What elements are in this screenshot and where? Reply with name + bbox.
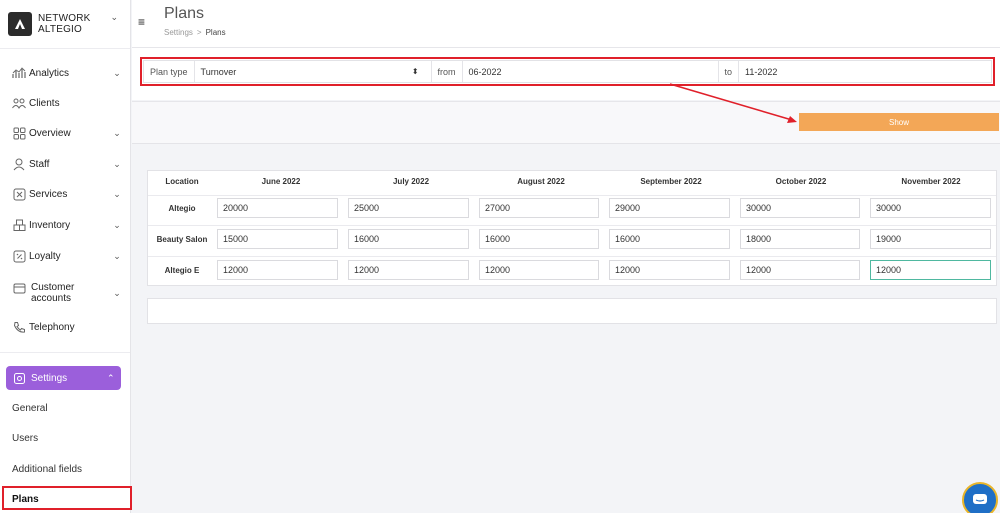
sidebar-item-overview[interactable]: Overview ⌄ — [12, 123, 122, 143]
plan-value-input[interactable]: 29000 — [609, 198, 730, 218]
sidebar-item-clients[interactable]: Clients — [12, 93, 122, 113]
plan-value-input-focused[interactable]: 12000 — [870, 260, 991, 280]
plan-value-input[interactable]: 15000 — [217, 229, 338, 249]
loyalty-icon — [12, 249, 26, 263]
plan-value-input[interactable]: 30000 — [870, 198, 991, 218]
brand-line-2: ALTEGIO — [38, 24, 83, 35]
brand-name: NETWORK ALTEGIO — [38, 13, 98, 35]
sidebar-item-label: Inventory — [29, 219, 71, 231]
staff-icon — [12, 157, 26, 171]
sidebar-item-analytics[interactable]: Analytics ⌄ — [12, 63, 122, 83]
sidebar-item-label: Analytics — [29, 67, 70, 79]
hamburger-menu-icon[interactable]: ≡ — [138, 15, 145, 29]
sidebar-item-label: Telephony — [29, 321, 75, 333]
plan-value-input[interactable]: 19000 — [870, 229, 991, 249]
clients-icon — [12, 96, 26, 110]
chat-widget-button[interactable] — [962, 482, 998, 513]
sidebar-item-label: Services — [29, 188, 68, 200]
plan-value-input[interactable]: 30000 — [740, 198, 860, 218]
row-location-altegio-e: Altegio E — [164, 266, 200, 275]
sidebar-item-settings[interactable]: Settings ⌃ — [6, 366, 121, 390]
sidebar-item-services[interactable]: Services ⌄ — [12, 184, 122, 204]
chevron-down-icon: ⌄ — [113, 127, 121, 138]
row-divider — [148, 225, 996, 226]
sidebar-item-label: Settings — [31, 372, 68, 384]
breadcrumb: Settings > Plans — [164, 28, 226, 37]
show-button[interactable]: Show — [799, 113, 999, 131]
sidebar-item-inventory[interactable]: Inventory ⌄ — [12, 215, 122, 235]
settings-sub-users[interactable]: Users — [12, 433, 38, 444]
column-header: October 2022 — [775, 177, 827, 186]
plan-value-input[interactable]: 18000 — [740, 229, 860, 249]
analytics-icon — [12, 66, 26, 80]
breadcrumb-current: Plans — [205, 28, 226, 37]
chat-icon — [973, 494, 987, 504]
chevron-down-icon: ⌄ — [110, 12, 118, 22]
phone-icon — [12, 320, 26, 334]
services-icon — [12, 187, 26, 201]
sidebar-item-staff[interactable]: Staff ⌄ — [12, 154, 122, 174]
sidebar-item-label: Loyalty — [29, 250, 61, 262]
plan-value-input[interactable]: 12000 — [348, 260, 469, 280]
plan-value-input[interactable]: 25000 — [348, 198, 469, 218]
row-location-altegio: Altegio — [168, 204, 196, 213]
plan-value-input[interactable]: 12000 — [740, 260, 860, 280]
sidebar-item-label: Staff — [29, 158, 50, 170]
plans-table: Location June 2022 July 2022 August 2022… — [147, 170, 997, 286]
plan-value-input[interactable]: 12000 — [217, 260, 338, 280]
sidebar-item-telephony[interactable]: Telephony — [12, 317, 122, 337]
plan-value-input[interactable]: 20000 — [217, 198, 338, 218]
column-header: November 2022 — [901, 177, 961, 186]
row-divider — [148, 256, 996, 257]
chevron-down-icon: ⌄ — [113, 219, 121, 230]
plan-value-input[interactable]: 16000 — [348, 229, 469, 249]
sidebar-item-customer-accounts[interactable]: Customer accounts ⌄ — [12, 281, 122, 305]
settings-sub-general[interactable]: General — [12, 403, 48, 414]
brand-switcher[interactable]: NETWORK ALTEGIO ⌄ — [8, 6, 128, 42]
breadcrumb-parent[interactable]: Settings — [164, 28, 193, 37]
empty-panel — [147, 298, 997, 324]
column-header: September 2022 — [640, 177, 702, 186]
breadcrumb-separator: > — [196, 28, 202, 37]
plan-value-input[interactable]: 12000 — [609, 260, 730, 280]
page-title: Plans — [164, 5, 205, 22]
chevron-up-icon: ⌃ — [107, 372, 115, 383]
column-header: July 2022 — [392, 177, 430, 186]
wallet-icon — [12, 281, 26, 295]
chevron-down-icon: ⌄ — [113, 250, 121, 261]
sidebar-item-loyalty[interactable]: Loyalty ⌄ — [12, 246, 122, 266]
plans-annotation-box — [2, 486, 132, 510]
sidebar-divider — [0, 352, 130, 353]
sidebar: NETWORK ALTEGIO ⌄ Analytics ⌄ Clients Ov… — [0, 0, 131, 513]
plan-value-input[interactable]: 27000 — [479, 198, 599, 218]
sidebar-item-label: Customer accounts — [31, 282, 75, 304]
chevron-down-icon: ⌄ — [113, 287, 121, 298]
filter-annotation-box — [140, 57, 995, 86]
plan-value-input[interactable]: 16000 — [479, 229, 599, 249]
chevron-down-icon: ⌄ — [113, 188, 121, 199]
row-location-beauty-salon: Beauty Salon — [156, 235, 208, 244]
sidebar-divider — [0, 48, 130, 49]
inventory-icon — [12, 218, 26, 232]
plan-value-input[interactable]: 16000 — [609, 229, 730, 249]
chevron-down-icon: ⌄ — [113, 158, 121, 169]
settings-sub-additional-fields[interactable]: Additional fields — [12, 464, 82, 475]
column-header-location: Location — [165, 177, 199, 186]
altegio-logo-icon — [8, 12, 32, 36]
gear-icon — [13, 371, 27, 385]
column-header: June 2022 — [261, 177, 301, 186]
row-divider — [148, 195, 996, 196]
sidebar-item-label: Overview — [29, 127, 71, 139]
plan-value-input[interactable]: 12000 — [479, 260, 599, 280]
overview-icon — [12, 126, 26, 140]
brand-line-1: NETWORK — [38, 13, 91, 24]
sidebar-item-label: Clients — [29, 97, 60, 109]
topbar: ≡ Plans Settings > Plans — [132, 0, 1000, 48]
column-header: August 2022 — [517, 177, 565, 186]
chevron-down-icon: ⌄ — [113, 67, 121, 78]
